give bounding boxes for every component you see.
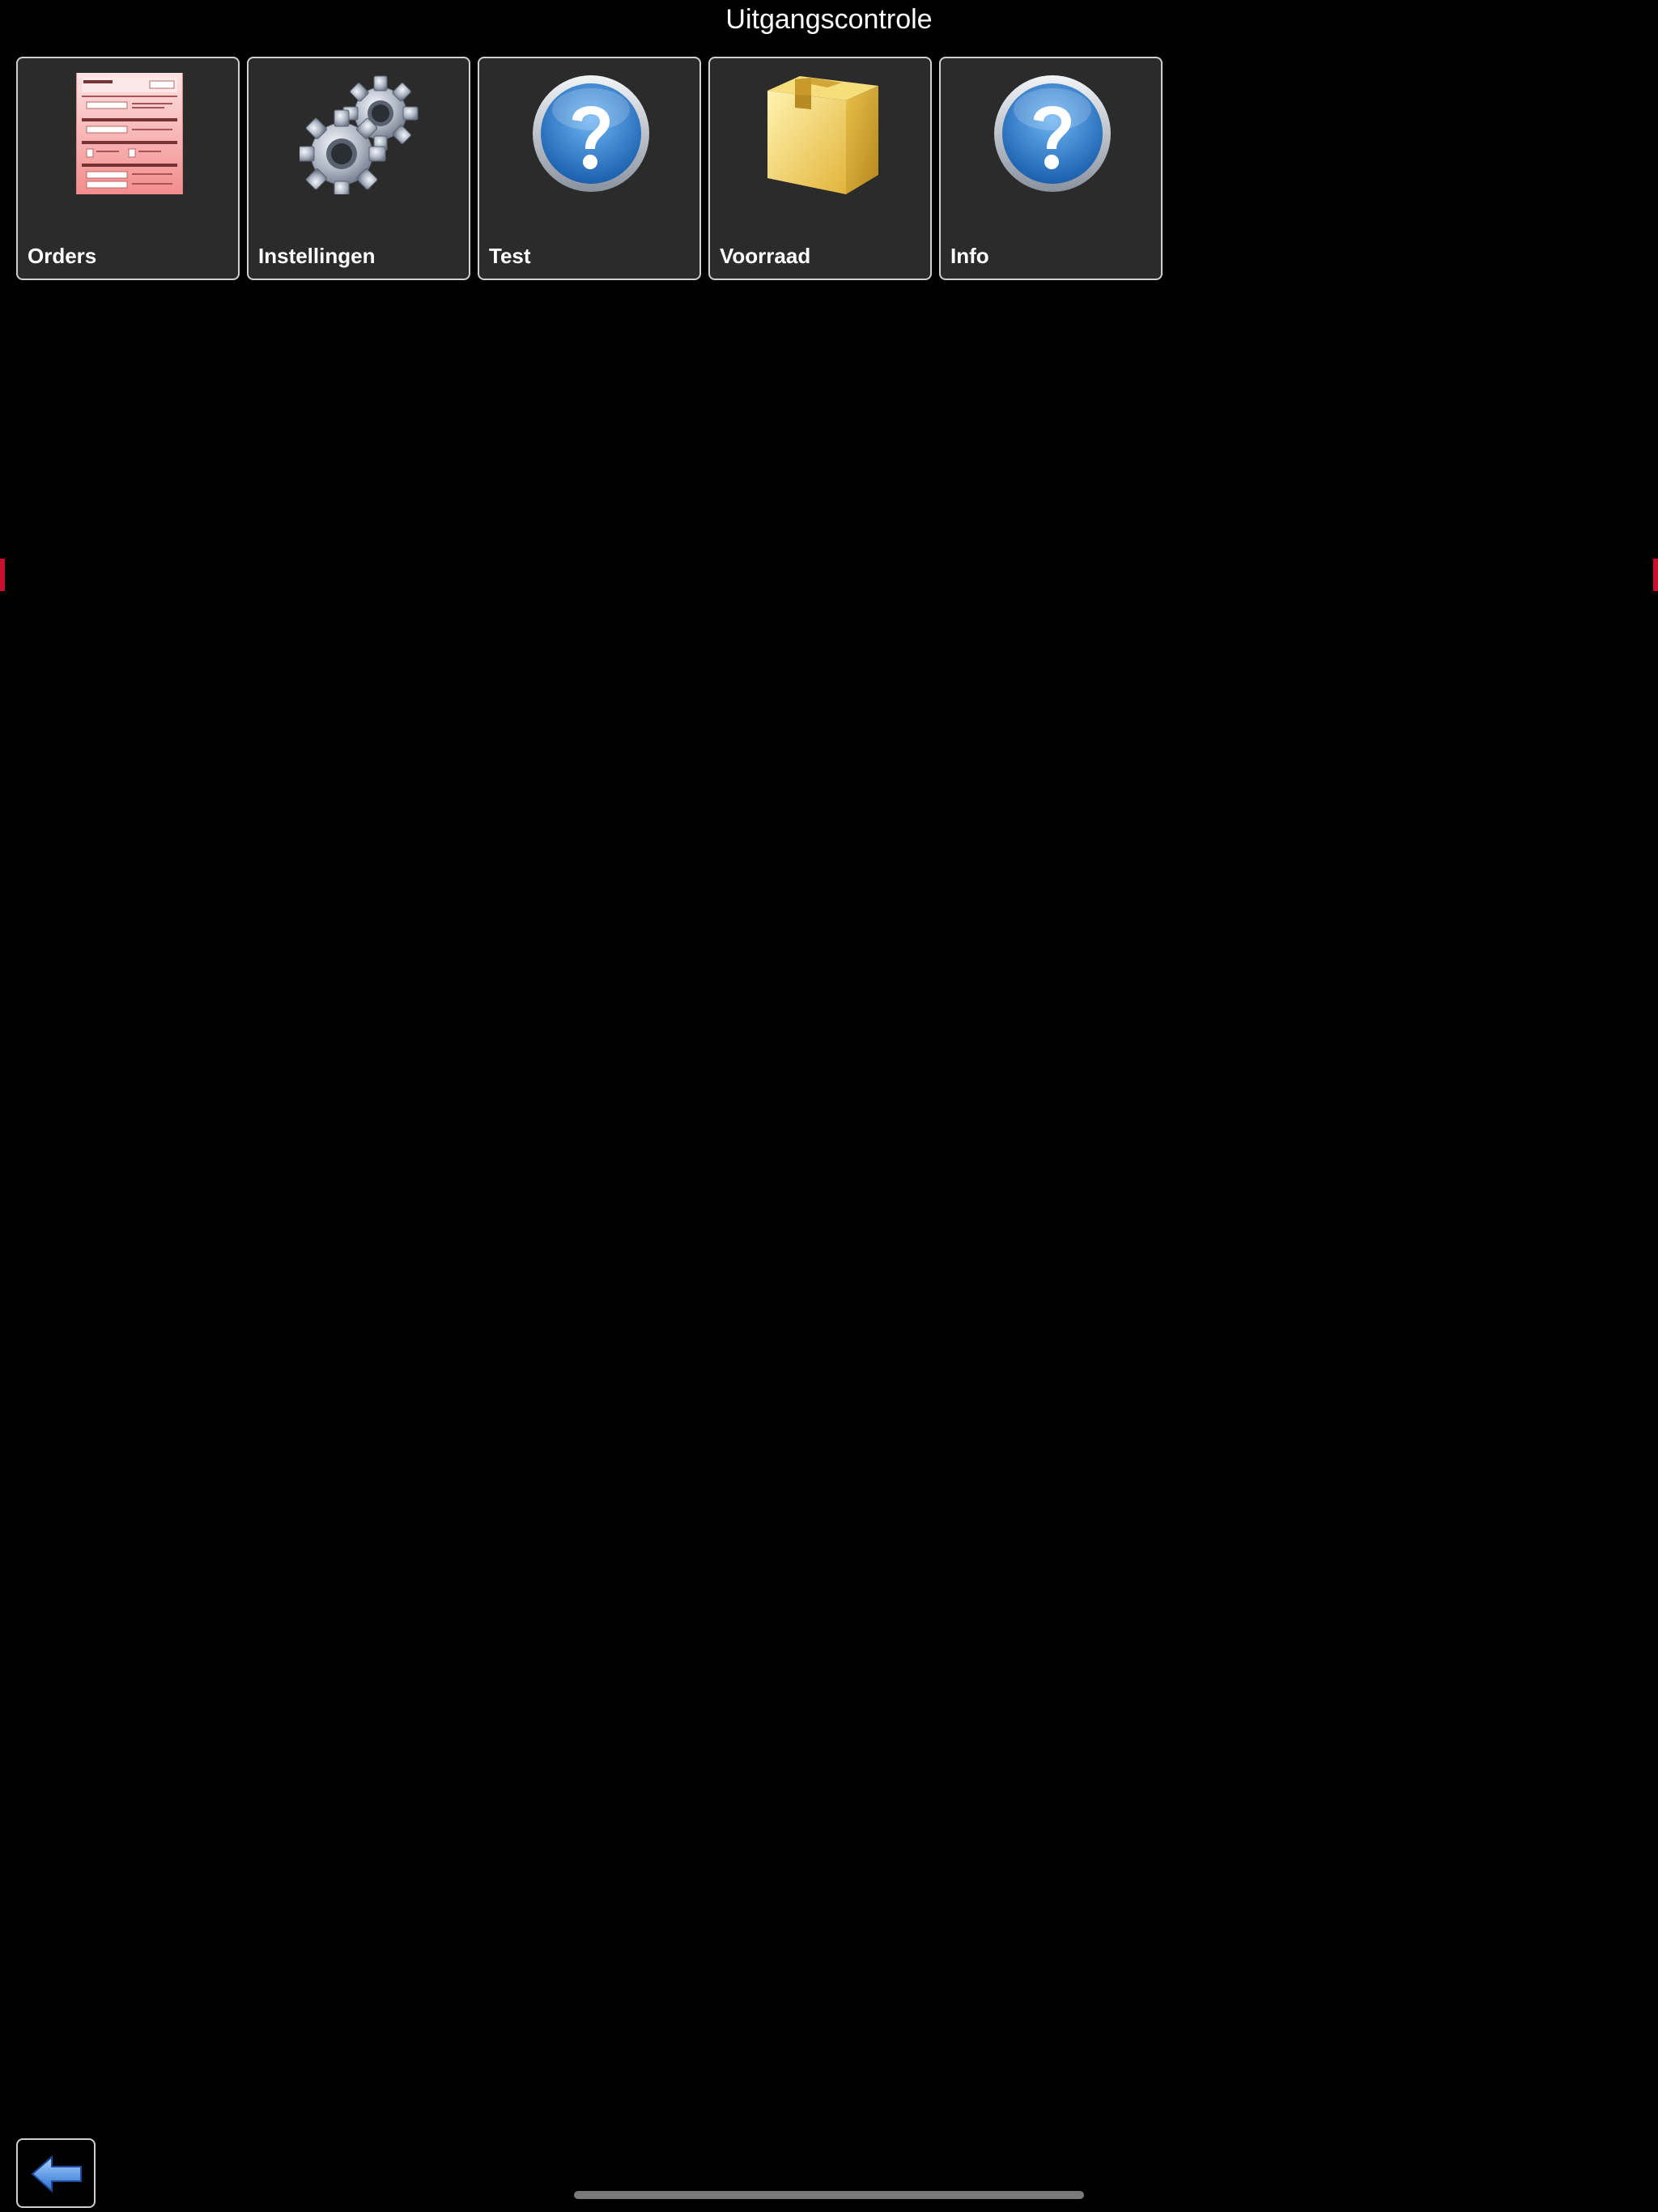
tile-label: Test [489, 244, 531, 268]
tile-label: Voorraad [720, 244, 811, 268]
screen: Uitgangscontrole Orders Instellingen Tes… [0, 0, 1658, 2212]
help-icon [992, 73, 1113, 194]
tile-label: Info [950, 244, 989, 268]
gears-icon [300, 73, 421, 194]
tile-test[interactable]: Test [478, 57, 701, 280]
tile-label: Instellingen [258, 244, 376, 268]
back-button[interactable] [16, 2138, 96, 2208]
edge-accent-left [0, 559, 5, 591]
tile-info[interactable]: Info [939, 57, 1163, 280]
order-form-icon [69, 73, 190, 194]
tile-label: Orders [28, 244, 97, 268]
box-icon [761, 73, 882, 194]
page-title: Uitgangscontrole [725, 4, 933, 35]
tile-orders[interactable]: Orders [16, 57, 240, 280]
tile-instellingen[interactable]: Instellingen [247, 57, 470, 280]
tile-voorraad[interactable]: Voorraad [708, 57, 932, 280]
edge-accent-right [1653, 559, 1658, 591]
menu-tiles: Orders Instellingen Test Voorraad Info [16, 57, 1163, 280]
help-icon [530, 73, 652, 194]
home-indicator[interactable] [574, 2191, 1084, 2199]
